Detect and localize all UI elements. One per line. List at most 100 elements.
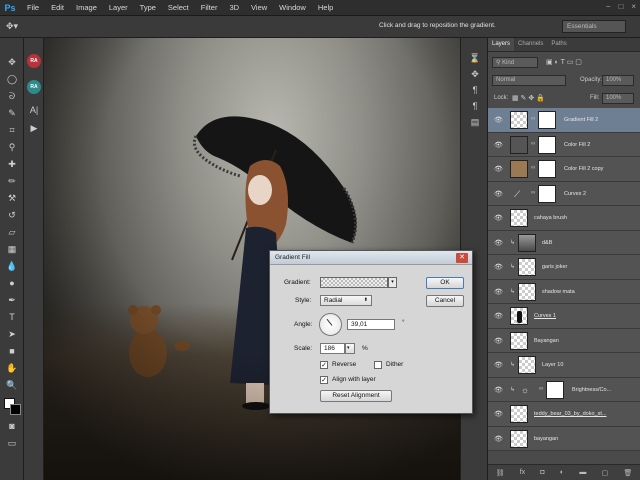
mask-link-icon[interactable]: ∞ <box>531 190 535 196</box>
menu-filter[interactable]: Filter <box>195 0 224 16</box>
play-action-icon[interactable]: ▶ <box>28 122 40 134</box>
hand-tool-icon[interactable]: ✋ <box>4 362 20 374</box>
menu-file[interactable]: File <box>21 0 45 16</box>
fx-icon[interactable]: fx <box>520 469 525 476</box>
type-tool-icon[interactable]: T <box>4 311 20 323</box>
mask-link-icon[interactable]: ∞ <box>531 141 535 147</box>
visibility-eye-icon[interactable]: 👁 <box>494 386 503 394</box>
new-layer-icon[interactable]: ▢ <box>602 469 609 477</box>
ok-button[interactable]: OK <box>426 277 464 289</box>
zoom-tool-icon[interactable]: 🔍 <box>4 379 20 391</box>
folder-icon[interactable]: ▬ <box>579 469 586 476</box>
tab-paths[interactable]: Paths <box>547 38 570 51</box>
layer-row[interactable]: 👁 ↳ ☼ ∞ Brightness/Co... <box>488 377 640 402</box>
adjust-panel-icon[interactable]: ✥ <box>468 68 482 80</box>
visibility-eye-icon[interactable]: 👁 <box>494 288 503 296</box>
crop-tool-icon[interactable]: ⌗ <box>4 124 20 136</box>
menu-layer[interactable]: Layer <box>103 0 134 16</box>
filter-icons[interactable]: ▣ ◐ T ▭ ▢ <box>546 58 582 66</box>
background-color-swatch[interactable] <box>10 404 21 415</box>
layer-thumbnail[interactable] <box>518 356 536 374</box>
dodge-tool-icon[interactable]: ● <box>4 277 20 289</box>
layer-row[interactable]: 👁 cahaya brush <box>488 206 640 231</box>
dialog-titlebar[interactable]: Gradient Fill ✕ <box>270 251 472 265</box>
color-swatches[interactable] <box>4 398 22 416</box>
angle-input[interactable]: 39,01 <box>347 319 395 330</box>
brush-tool-icon[interactable]: ✏ <box>4 175 20 187</box>
info-panel-icon[interactable]: ¶ <box>468 100 482 112</box>
eraser-tool-icon[interactable]: ▱ <box>4 226 20 238</box>
close-window-button[interactable]: × <box>631 2 636 11</box>
menu-view[interactable]: View <box>245 0 273 16</box>
angle-dial[interactable] <box>319 313 342 336</box>
maximize-button[interactable]: □ <box>618 2 623 11</box>
visibility-eye-icon[interactable]: 👁 <box>494 165 503 173</box>
history-panel-icon[interactable]: ⌛ <box>468 52 482 64</box>
layer-row[interactable]: 👁 ⟋ ∞ Curves 2 <box>488 181 640 206</box>
rectangle-tool-icon[interactable]: ■ <box>4 345 20 357</box>
move-tool-preset-icon[interactable]: ✥▾ <box>6 21 18 32</box>
reset-alignment-button[interactable]: Reset Alignment <box>320 390 392 402</box>
dither-checkbox[interactable]: ✓ <box>374 361 382 369</box>
brightness-adjustment-icon[interactable]: ☼ <box>518 383 532 397</box>
layer-mask-thumbnail[interactable] <box>538 160 556 178</box>
layer-row[interactable]: 👁 teddy_bear_03_by_doko_st... <box>488 402 640 427</box>
marquee-tool-icon[interactable]: ◯ <box>4 73 20 85</box>
visibility-eye-icon[interactable]: 👁 <box>494 410 503 418</box>
gradient-tool-icon[interactable]: ▦ <box>4 243 20 255</box>
history-brush-tool-icon[interactable]: ↺ <box>4 209 20 221</box>
menu-3d[interactable]: 3D <box>223 0 245 16</box>
opacity-input[interactable]: 100% <box>602 75 634 86</box>
link-icon[interactable]: ⛓ <box>496 469 505 477</box>
close-icon[interactable]: ✕ <box>456 253 468 263</box>
blend-mode-select[interactable]: Normal <box>492 75 566 86</box>
paragraph-panel-icon[interactable]: ¶ <box>468 84 482 96</box>
layer-row[interactable]: 👁 ∞ Color Fill 2 <box>488 132 640 157</box>
trash-icon[interactable]: 🗑 <box>623 469 632 477</box>
layer-thumbnail[interactable] <box>518 258 536 276</box>
menu-image[interactable]: Image <box>70 0 103 16</box>
healing-brush-tool-icon[interactable]: ✚ <box>4 158 20 170</box>
reverse-checkbox[interactable]: ✓ <box>320 361 328 369</box>
layer-thumbnail[interactable] <box>510 209 528 227</box>
quick-mask-icon[interactable]: ◙ <box>4 420 20 432</box>
gradient-picker[interactable] <box>320 277 388 288</box>
minimize-button[interactable]: − <box>606 2 611 11</box>
lock-icons[interactable]: ▦ ✎ ✥ 🔒 <box>512 94 545 102</box>
menu-help[interactable]: Help <box>312 0 339 16</box>
scale-input[interactable]: 186 <box>320 343 345 354</box>
kind-filter-select[interactable]: ⚲ Kind <box>492 57 538 68</box>
curves-adjustment-icon[interactable]: ⟋ <box>510 187 524 201</box>
layer-row[interactable]: 👁 ↳ shadow mata <box>488 279 640 304</box>
layer-thumbnail[interactable] <box>510 135 528 154</box>
fill-input[interactable]: 100% <box>602 93 634 104</box>
layer-mask-thumbnail[interactable] <box>546 380 564 399</box>
blur-tool-icon[interactable]: 💧 <box>4 260 20 272</box>
visibility-eye-icon[interactable]: 👁 <box>494 337 503 345</box>
visibility-eye-icon[interactable]: 👁 <box>494 190 503 198</box>
tab-layers[interactable]: Layers <box>488 38 515 51</box>
visibility-eye-icon[interactable]: 👁 <box>494 141 503 149</box>
scale-dropdown-icon[interactable]: ▾ <box>345 343 355 354</box>
layer-thumbnail[interactable] <box>518 233 536 252</box>
layer-mask-thumbnail[interactable] <box>538 111 556 129</box>
retouch-action-icon[interactable]: RA <box>27 54 41 68</box>
style-select[interactable]: Radial ⬍ <box>320 295 372 306</box>
visibility-eye-icon[interactable]: 👁 <box>494 312 503 320</box>
screen-mode-icon[interactable]: ▭ <box>4 437 20 449</box>
layer-row[interactable]: 👁 Curves 1 <box>488 304 640 329</box>
layer-row[interactable]: 👁 bayangan <box>488 426 640 451</box>
layer-thumbnail[interactable] <box>510 429 528 448</box>
mask-icon[interactable]: ◘ <box>540 469 544 476</box>
menu-type[interactable]: Type <box>134 0 162 16</box>
path-selection-tool-icon[interactable]: ➤ <box>4 328 20 340</box>
pen-tool-icon[interactable]: ✒ <box>4 294 20 306</box>
eyedropper-tool-icon[interactable]: ⚲ <box>4 141 20 153</box>
visibility-eye-icon[interactable]: 👁 <box>494 214 503 222</box>
layer-row[interactable]: 👁 Bayangan <box>488 328 640 353</box>
layer-thumbnail[interactable] <box>510 307 528 325</box>
layer-mask-thumbnail[interactable] <box>538 135 556 154</box>
lasso-tool-icon[interactable]: ᘐ <box>4 90 20 102</box>
tab-channels[interactable]: Channels <box>514 38 547 51</box>
layer-thumbnail[interactable] <box>510 160 528 178</box>
